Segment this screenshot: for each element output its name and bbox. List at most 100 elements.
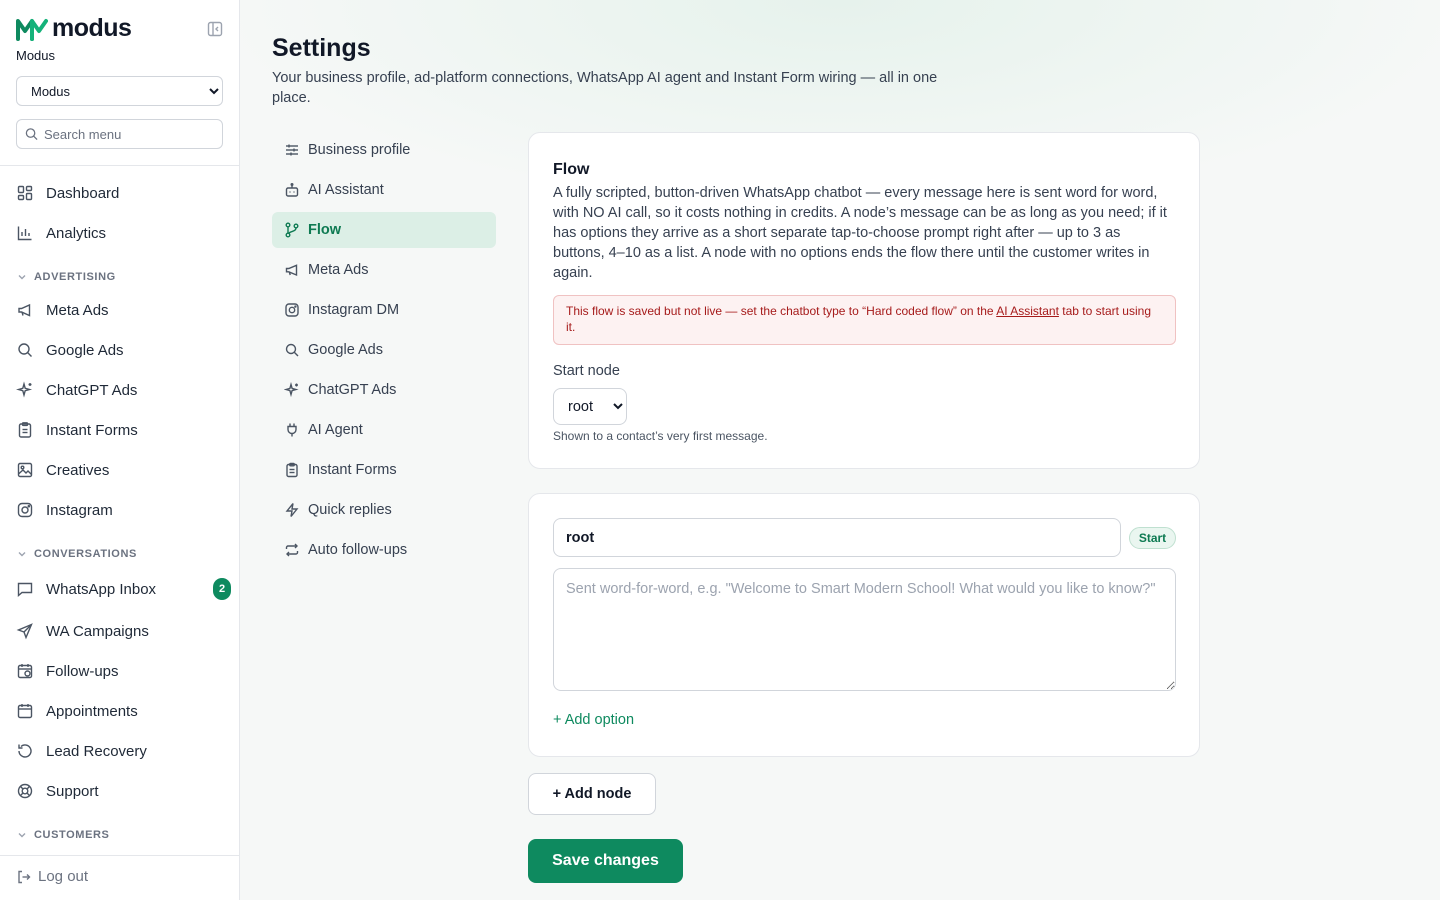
subnav-auto-follow-ups[interactable]: Auto follow-ups [272,532,496,568]
subnav-label: Instant Forms [308,462,397,478]
subnav-quick-replies[interactable]: Quick replies [272,492,496,528]
nav-item-support[interactable]: Support [8,772,231,810]
save-changes-button[interactable]: Save changes [528,839,683,883]
brand-wordmark: modus [52,14,132,42]
subnav-chatgpt-ads[interactable]: ChatGPT Ads [272,372,496,408]
divider [0,855,239,856]
nav-label: Dashboard [46,184,120,202]
flow-title: Flow [553,161,590,178]
subnav-label: AI Agent [308,422,363,438]
page-subtitle: Your business profile, ad-platform conne… [272,70,938,106]
ai-assistant-link[interactable]: AI Assistant [996,304,1059,318]
nav-section-conversations[interactable]: CONVERSATIONS [16,548,137,560]
calendar-icon [17,704,33,719]
subnav-ai-assistant[interactable]: AI Assistant [272,172,496,208]
add-node-button[interactable]: + Add node [528,773,656,815]
logout-button[interactable]: Log out [16,868,88,885]
dashboard-icon [17,185,33,201]
flow-icon [285,222,299,238]
search-icon [285,343,299,357]
nav-label: Analytics [46,224,107,242]
page-title: Settings [272,34,371,62]
org-select[interactable]: Modus [16,76,223,106]
subnav-label: Meta Ads [308,262,369,278]
subnav-label: Flow [308,222,342,238]
bot-icon [285,183,299,197]
calendar-clock-icon [17,664,33,679]
subnav-label: Auto follow-ups [308,542,408,558]
sliders-icon [286,144,298,156]
chevron-down-icon [18,552,26,557]
search-menu[interactable] [16,119,223,149]
nav-label: Lead Recovery [46,742,147,760]
nav-item-creatives[interactable]: Creatives [8,451,231,489]
nav-label: Creatives [46,461,110,479]
subnav-instagram-dm[interactable]: Instagram DM [272,292,496,328]
clipboard-icon [286,462,298,478]
subnav-google-ads[interactable]: Google Ads [272,332,496,368]
subnav-ai-agent[interactable]: AI Agent [272,412,496,448]
nav-label: Meta Ads [46,301,109,319]
subnav-meta-ads[interactable]: Meta Ads [272,252,496,288]
nav-section-label: ADVERTISING [34,271,116,283]
nav-item-dashboard[interactable]: Dashboard [8,174,231,212]
warning-text: This flow is saved but not live — set th… [566,304,997,318]
nav-label: WA Campaigns [46,622,149,640]
add-option-button[interactable]: + Add option [553,712,634,728]
nav-item-lead-recovery[interactable]: Lead Recovery [8,732,231,770]
flow-node-card: Start + Add option [528,493,1200,757]
nav-section-label: CUSTOMERS [34,829,110,841]
nav-item-chatgpt-ads[interactable]: ChatGPT Ads [8,371,231,409]
subnav-label: ChatGPT Ads [308,382,397,398]
chat-icon [17,582,33,598]
node-name-input[interactable] [553,518,1121,557]
subnav-flow[interactable]: Flow [272,212,496,248]
search-icon [25,128,38,141]
nav-item-wa-campaigns[interactable]: WA Campaigns [8,612,231,650]
subnav-label: AI Assistant [308,182,384,198]
nav-item-instagram[interactable]: Instagram [8,491,231,529]
subnav-business-profile[interactable]: Business profile [272,132,496,168]
search-input[interactable] [44,126,214,142]
modus-logo-icon [16,18,48,41]
subnav-label: Quick replies [308,502,392,518]
nav-section-label: CONVERSATIONS [34,548,137,560]
search-icon [18,343,32,357]
divider [0,165,239,166]
send-icon [16,623,33,640]
image-icon [17,462,33,478]
megaphone-icon [285,264,298,277]
lifebuoy-icon [17,783,33,799]
analytics-icon [17,226,32,241]
node-message-input[interactable] [553,568,1176,691]
nav-item-appointments[interactable]: Appointments [8,692,231,730]
nav-item-instant-forms[interactable]: Instant Forms [8,411,231,449]
start-node-label: Start node [553,363,620,379]
nav-item-analytics[interactable]: Analytics [8,214,231,252]
clipboard-icon [18,422,32,438]
chevron-down-icon [18,833,26,838]
nav-label: Appointments [46,702,138,720]
nav-section-customers[interactable]: CUSTOMERS [16,829,109,841]
subnav-label: Business profile [308,142,411,158]
brand-logo[interactable]: modus [16,14,132,42]
start-node-select[interactable]: root [553,388,627,425]
nav-item-google-ads[interactable]: Google Ads [8,331,231,369]
nav-item-follow-ups[interactable]: Follow-ups [8,652,231,690]
nav-section-advertising[interactable]: ADVERTISING [16,271,116,283]
nav-label: ChatGPT Ads [46,381,138,399]
instagram-icon [285,303,299,317]
nav-label: Support [46,782,99,800]
nav-item-meta-ads[interactable]: Meta Ads [8,291,231,329]
nav-label: Google Ads [46,341,124,359]
nav-label: Follow-ups [46,662,119,680]
subnav-label: Instagram DM [308,302,400,318]
megaphone-icon [18,303,31,317]
repeat-icon [285,543,299,557]
not-live-warning: This flow is saved but not live — set th… [553,295,1176,345]
nav-item-whatsapp-inbox[interactable]: WhatsApp Inbox 2 [8,570,231,608]
sidebar: modus Modus Modus Dashboard Analytics AD… [0,0,240,900]
subnav-instant-forms[interactable]: Instant Forms [272,452,496,488]
logout-label: Log out [38,868,89,885]
collapse-sidebar-icon[interactable] [206,20,224,38]
